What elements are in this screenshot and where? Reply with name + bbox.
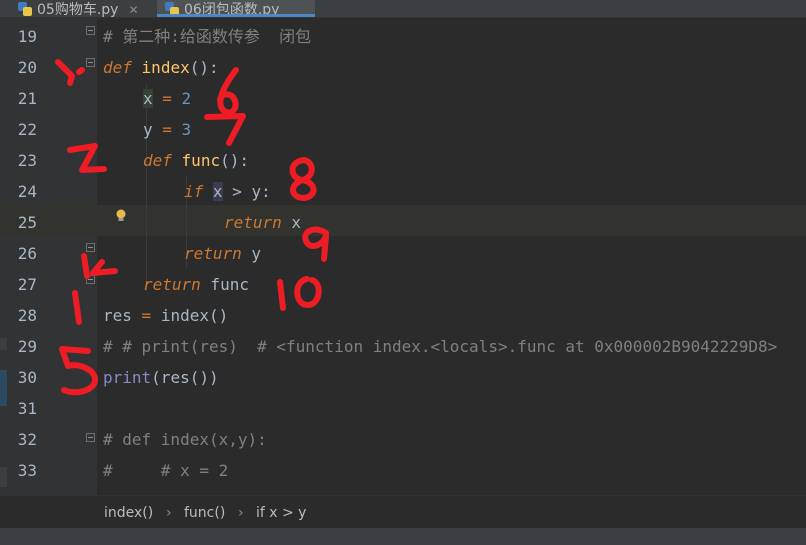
- expression: > y:: [222, 182, 271, 201]
- annotation-6: [204, 113, 246, 146]
- code-line-33[interactable]: # # x = 2: [103, 455, 228, 486]
- code-line-26[interactable]: return y: [184, 238, 261, 269]
- punctuation: ():: [189, 58, 219, 77]
- fold-marker[interactable]: [86, 243, 95, 252]
- function-call: index: [160, 306, 209, 325]
- variable: y: [143, 120, 153, 139]
- annotation-9: [277, 276, 322, 311]
- breadcrumb-item-func[interactable]: func(): [184, 505, 225, 521]
- tab-label: 05购物车.py: [37, 2, 119, 18]
- operator: =: [131, 306, 161, 325]
- breadcrumb-separator: ›: [166, 505, 172, 521]
- breadcrumb-item-index[interactable]: index(): [104, 505, 153, 521]
- line-number: 30: [17, 368, 37, 387]
- breadcrumb-separator: ›: [238, 505, 244, 521]
- code-line-28[interactable]: res = index(): [103, 300, 228, 331]
- line-number: 26: [17, 244, 37, 263]
- annotation-5: [217, 67, 239, 116]
- tool-strip-tab[interactable]: [0, 467, 7, 487]
- python-file-icon: [18, 2, 32, 16]
- tool-strip-tab[interactable]: [0, 338, 7, 350]
- code-line-25[interactable]: return x: [224, 207, 301, 238]
- variable: func: [200, 275, 249, 294]
- tab-05-shopping-cart[interactable]: 05购物车.py ✕: [18, 0, 139, 17]
- function-name: func: [181, 151, 221, 170]
- variable: x: [281, 213, 302, 232]
- keyword: return: [184, 244, 242, 263]
- operator: =: [152, 120, 182, 139]
- keyword: def: [103, 58, 132, 77]
- close-icon[interactable]: ✕: [128, 3, 138, 17]
- fold-marker[interactable]: [86, 58, 95, 67]
- keyword: if: [184, 182, 204, 201]
- code-line-29[interactable]: # # print(res) # <function index.<locals…: [103, 331, 777, 362]
- variable: x: [143, 89, 153, 108]
- tab-06-closure-function[interactable]: 06闭包函数.py: [157, 0, 315, 17]
- line-number: 25: [17, 213, 37, 232]
- function-name: index: [141, 58, 190, 77]
- fold-marker[interactable]: [86, 433, 95, 442]
- code-line-30[interactable]: print(res()): [103, 362, 219, 393]
- line-number: 22: [17, 120, 37, 139]
- line-number: 21: [17, 89, 37, 108]
- annotation-7: [289, 157, 317, 201]
- code-line-21[interactable]: x = 2: [143, 83, 191, 114]
- code-line-22[interactable]: y = 3: [143, 114, 191, 145]
- code-line-32[interactable]: # def index(x,y):: [103, 424, 267, 455]
- line-number: 27: [17, 275, 37, 294]
- builtin-function: print: [103, 368, 152, 387]
- fold-marker[interactable]: [86, 275, 95, 284]
- tab-label: 06闭包函数.py: [184, 2, 280, 18]
- comment: # 第二种:给函数传参 闭包: [103, 27, 312, 46]
- number: 2: [181, 89, 192, 108]
- expression: (res()): [151, 368, 219, 387]
- keyword: return: [143, 275, 201, 294]
- comment: # # x = 2: [103, 461, 229, 480]
- variable: res: [103, 306, 132, 325]
- keyword: def: [143, 151, 172, 170]
- tool-strip-tab-active[interactable]: [0, 370, 7, 406]
- line-number: 19: [17, 27, 37, 46]
- left-tool-strip: [0, 18, 7, 528]
- comment: # def index(x,y):: [103, 430, 267, 449]
- variable: x: [212, 182, 223, 201]
- line-number: 32: [17, 430, 37, 449]
- line-number: 33: [17, 461, 37, 480]
- code-line-24[interactable]: if x > y:: [184, 176, 271, 207]
- code-line-23[interactable]: def func():: [143, 145, 249, 176]
- line-number: 20: [17, 58, 37, 77]
- code-line-27[interactable]: return func: [143, 269, 249, 300]
- punctuation: (): [208, 306, 229, 325]
- code-line-19[interactable]: # 第二种:给函数传参 闭包: [103, 21, 311, 52]
- code-line-20[interactable]: def index():: [103, 52, 219, 83]
- variable: y: [241, 244, 262, 263]
- breadcrumb: index() › func() › if x > y: [0, 495, 806, 529]
- python-file-icon: [165, 2, 179, 16]
- lightbulb-icon[interactable]: [115, 208, 127, 222]
- keyword: return: [224, 213, 282, 232]
- line-number: 28: [17, 306, 37, 325]
- fold-marker[interactable]: [86, 26, 95, 35]
- line-number: 31: [17, 399, 37, 418]
- number: 3: [181, 120, 192, 139]
- line-number: 23: [17, 151, 37, 170]
- line-number: 24: [17, 182, 37, 201]
- comment: # # print(res) # <function index.<locals…: [103, 337, 778, 356]
- punctuation: ():: [220, 151, 249, 170]
- breadcrumb-item-if[interactable]: if x > y: [256, 505, 306, 521]
- operator: =: [152, 89, 182, 108]
- bottom-status-bar: [0, 528, 806, 545]
- editor-tab-bar: 05购物车.py ✕ 06闭包函数.py: [0, 0, 806, 18]
- line-number: 29: [17, 337, 37, 356]
